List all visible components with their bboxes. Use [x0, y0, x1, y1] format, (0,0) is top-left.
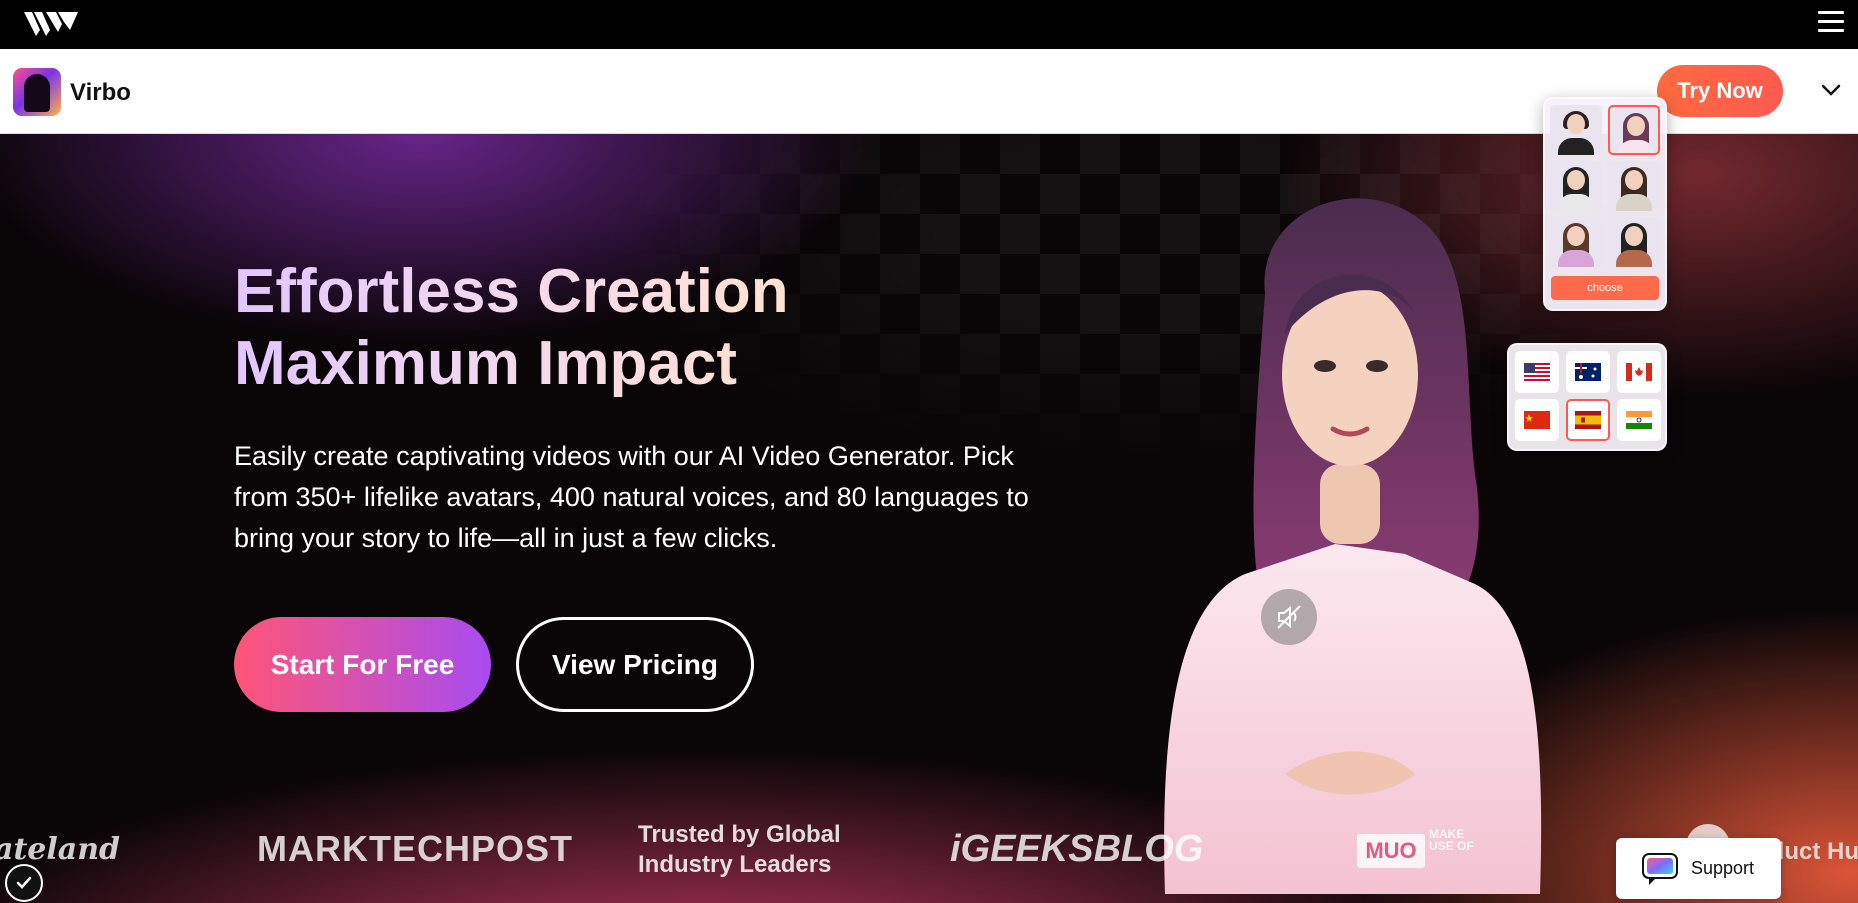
partner-logos-strip: ateland MARKTECHPOST Trusted by Global I…	[0, 820, 1858, 880]
muo-logo: MUO MAKE USE OF	[1357, 828, 1492, 868]
avatar-thumb-5[interactable]	[1550, 217, 1602, 267]
mute-toggle-button[interactable]	[1261, 589, 1317, 645]
trusted-line2: Industry Leaders	[638, 851, 832, 878]
us-flag[interactable]	[1515, 351, 1559, 393]
avatar-thumb-6[interactable]	[1608, 217, 1660, 267]
trusted-line1: Trusted by Global	[638, 821, 841, 848]
avatar-picker-panel: choose	[1543, 97, 1667, 311]
hero-description: Easily create captivating videos with ou…	[234, 441, 1029, 553]
avatar-thumb-4[interactable]	[1608, 161, 1660, 211]
trusted-by-text: Trusted by Global Industry Leaders	[638, 820, 841, 880]
virbo-logo[interactable]	[13, 68, 61, 116]
support-label: Support	[1691, 858, 1755, 878]
try-now-button[interactable]: Try Now	[1657, 65, 1783, 117]
hero-title-line1: Effortless Creation	[234, 257, 789, 326]
australia-flag[interactable]	[1566, 351, 1610, 393]
gateland-logo: ateland	[0, 832, 121, 867]
igeeksblog-logo: iGEEKSBLOG	[950, 828, 1204, 870]
choose-avatar-button[interactable]: choose	[1551, 276, 1659, 300]
canada-flag[interactable]	[1617, 351, 1661, 393]
app-name[interactable]: Virbo	[70, 79, 131, 107]
speaker-muted-icon	[1277, 605, 1301, 629]
hero-title: Effortless Creation Maximum Impact	[234, 256, 789, 400]
view-pricing-button[interactable]: View Pricing	[516, 617, 754, 712]
muo-box: MUO	[1357, 834, 1425, 868]
hamburger-menu-icon[interactable]	[1818, 11, 1844, 35]
avatar-thumb-2[interactable]	[1608, 105, 1660, 155]
wondershare-logo[interactable]	[22, 8, 80, 38]
china-flag[interactable]	[1515, 399, 1559, 441]
avatar-thumb-1[interactable]	[1550, 105, 1602, 155]
marktechpost-logo: MARKTECHPOST	[257, 828, 573, 869]
ai-avatar-presenter	[1164, 198, 1542, 894]
avatar-thumb-3[interactable]	[1550, 161, 1602, 211]
chat-bubble-icon	[1642, 853, 1678, 885]
hero-title-line2: Maximum Impact	[234, 329, 738, 398]
muo-tagline: MAKE USE OF	[1429, 827, 1474, 853]
support-button[interactable]: Support	[1616, 838, 1781, 899]
shield-check-icon	[16, 876, 32, 889]
chevron-down-icon[interactable]	[1820, 79, 1842, 101]
start-for-free-button[interactable]: Start For Free	[234, 617, 491, 712]
security-badge[interactable]	[5, 864, 43, 902]
top-bar	[0, 0, 1858, 49]
spain-flag[interactable]	[1566, 399, 1610, 441]
india-flag[interactable]	[1617, 399, 1661, 441]
language-picker-panel	[1507, 343, 1667, 451]
